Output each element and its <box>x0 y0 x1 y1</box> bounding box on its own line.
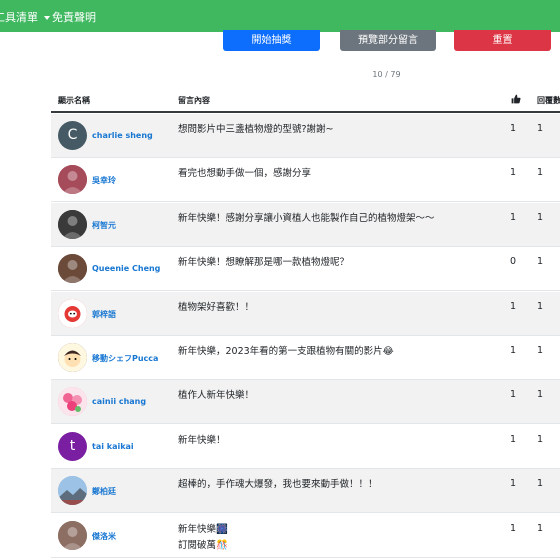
like-count: 1 <box>510 478 517 489</box>
table-row: 傑洛米 新年快樂🎆 訂閱破萬🎊 1 1 <box>51 514 560 558</box>
user-name-link[interactable]: 移動シェフPucca <box>92 353 158 364</box>
avatar: t <box>58 432 87 461</box>
reply-count: 1 <box>537 123 544 134</box>
reply-count: 1 <box>537 167 544 178</box>
user-name-link[interactable]: cainii chang <box>92 397 146 406</box>
table-header: 顯示名稱 留言內容 回覆數 <box>51 86 560 113</box>
avatar <box>58 521 87 550</box>
table-row: cainii chang 植作人新年快樂！ 1 1 <box>51 380 560 424</box>
column-header-name: 顯示名稱 <box>58 96 90 105</box>
user-name-link[interactable]: 柯智元 <box>92 220 116 231</box>
comment-text: 想問影片中三盞植物燈的型號?謝謝~ <box>178 124 334 135</box>
like-count: 1 <box>510 301 517 312</box>
table-row: 柯智元 新年快樂！感謝分享讓小資植人也能製作自己的植物燈架～～ 1 1 <box>51 203 560 247</box>
avatar <box>58 343 87 372</box>
reset-button[interactable]: 重置 <box>454 30 551 51</box>
comment-text: 看完也想動手做一個，感謝分享 <box>178 168 312 179</box>
comment-text: 新年快樂！想瞭解那是哪一款植物燈呢？ <box>178 257 350 268</box>
like-count: 1 <box>510 523 517 534</box>
avatar <box>58 210 87 239</box>
reply-count: 1 <box>537 389 544 400</box>
reply-count: 1 <box>537 256 544 267</box>
avatar <box>58 254 87 283</box>
start-draw-button[interactable]: 開始抽獎 <box>223 30 320 51</box>
pagination-indicator: 10 / 79 <box>372 70 401 79</box>
comment-text: 超棒的，手作魂大爆發，我也要來動手做！！！ <box>178 479 378 490</box>
disclaimer-link[interactable]: 免責聲明 <box>52 9 96 25</box>
user-name-link[interactable]: 吳幸玲 <box>92 175 116 186</box>
like-count: 1 <box>510 434 517 445</box>
user-name-link[interactable]: Queenie Cheng <box>92 264 160 273</box>
table-row: Ccharlie sheng 想問影片中三盞植物燈的型號?謝謝~ 1 1 <box>51 114 560 158</box>
like-count: 1 <box>510 167 517 178</box>
reply-count: 1 <box>537 212 544 223</box>
tools-menu-label: 工具清單 <box>0 11 38 24</box>
like-count: 1 <box>510 389 517 400</box>
like-count: 1 <box>510 212 517 223</box>
reply-count: 1 <box>537 478 544 489</box>
comment-text: 新年快樂！ <box>178 435 226 446</box>
avatar <box>58 476 87 505</box>
comment-text: 植物架好喜歡！！ <box>178 302 255 313</box>
top-navbar: 工具清單 免責聲明 <box>0 0 560 32</box>
column-header-replies: 回覆數 <box>537 96 560 105</box>
reply-count: 1 <box>537 523 544 534</box>
avatar <box>58 165 87 194</box>
user-name-link[interactable]: tai kaikai <box>92 442 134 451</box>
reply-count: 1 <box>537 345 544 356</box>
comment-text: 訂閱破萬🎊 <box>178 540 228 551</box>
table-row: 移動シェフPucca 新年快樂，2023年看的第一支跟植物有關的影片😂 1 1 <box>51 336 560 380</box>
table-row: 郭梓語 植物架好喜歡！！ 1 1 <box>51 292 560 336</box>
thumbs-up-icon <box>511 94 521 106</box>
comment-text: 新年快樂！感謝分享讓小資植人也能製作自己的植物燈架～～ <box>178 213 435 224</box>
tools-menu[interactable]: 工具清單 <box>0 9 50 25</box>
table-row: Queenie Cheng 新年快樂！想瞭解那是哪一款植物燈呢？ 0 1 <box>51 247 560 291</box>
reply-count: 1 <box>537 434 544 445</box>
user-name-link[interactable]: 鄭柏廷 <box>92 486 116 497</box>
comment-text: 新年快樂，2023年看的第一支跟植物有關的影片😂 <box>178 346 394 357</box>
like-count: 1 <box>510 345 517 356</box>
table-row: 鄭柏廷 超棒的，手作魂大爆發，我也要來動手做！！！ 1 1 <box>51 469 560 513</box>
column-header-comment: 留言內容 <box>178 96 210 105</box>
caret-down-icon <box>44 16 50 20</box>
comment-text: 植作人新年快樂！ <box>178 390 255 401</box>
table-row: 吳幸玲 看完也想動手做一個，感謝分享 1 1 <box>51 158 560 202</box>
comment-text: 新年快樂🎆 <box>178 524 228 535</box>
user-name-link[interactable]: 郭梓語 <box>92 309 116 320</box>
table-row: t tai kaikai 新年快樂！ 1 1 <box>51 425 560 469</box>
user-name-link[interactable]: charlie sheng <box>92 131 153 140</box>
preview-comments-button[interactable]: 預覽部分留言 <box>340 30 436 51</box>
user-name-link[interactable]: 傑洛米 <box>92 531 116 542</box>
avatar <box>58 299 87 328</box>
avatar: C <box>58 121 87 150</box>
like-count: 0 <box>510 256 517 267</box>
avatar <box>58 387 87 416</box>
reply-count: 1 <box>537 301 544 312</box>
like-count: 1 <box>510 123 517 134</box>
